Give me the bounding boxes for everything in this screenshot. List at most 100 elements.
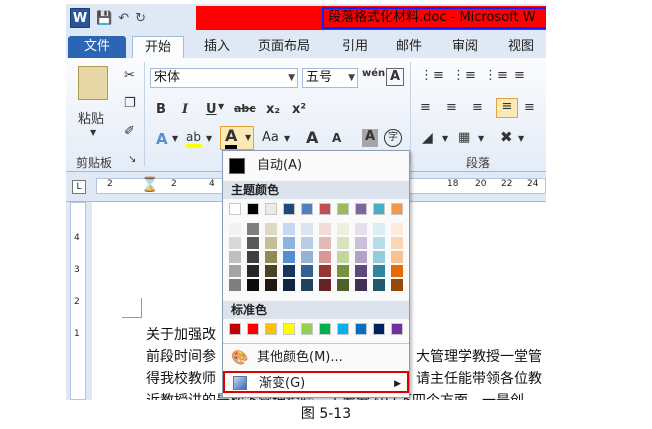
theme-color-swatch[interactable] — [337, 203, 349, 215]
theme-shade-swatch[interactable] — [337, 251, 349, 263]
chevron-down-icon[interactable]: ▼ — [442, 134, 448, 143]
chevron-down-icon[interactable]: ▼ — [206, 134, 212, 143]
theme-shade-swatch[interactable] — [229, 279, 241, 291]
automatic-color-item[interactable]: 自动(A) — [223, 155, 409, 177]
bullets-icon[interactable]: ⋮≡ — [420, 68, 444, 83]
theme-shade-swatch[interactable] — [391, 265, 403, 277]
theme-shade-swatch[interactable] — [283, 237, 295, 249]
chevron-down-icon[interactable]: ▼ — [284, 134, 290, 143]
theme-color-swatch[interactable] — [229, 203, 241, 215]
theme-shade-swatch[interactable] — [283, 223, 295, 235]
theme-color-swatch[interactable] — [265, 203, 277, 215]
tab-home[interactable]: 开始 — [132, 36, 184, 58]
theme-shade-swatch[interactable] — [265, 279, 277, 291]
theme-shade-swatch[interactable] — [319, 279, 331, 291]
align-left-icon[interactable]: ≡ — [420, 100, 431, 115]
tab-insert[interactable]: 插入 — [204, 36, 230, 58]
standard-color-swatch[interactable] — [337, 323, 349, 335]
theme-shade-swatch[interactable] — [355, 251, 367, 263]
theme-shade-swatch[interactable] — [247, 265, 259, 277]
align-right-icon[interactable]: ≡ — [472, 100, 483, 115]
theme-shade-swatch[interactable] — [337, 279, 349, 291]
font-name-combo[interactable]: 宋体 ▼ — [150, 68, 298, 88]
tab-file[interactable]: 文件 — [68, 36, 126, 58]
tab-review[interactable]: 审阅 — [452, 36, 478, 58]
numbering-icon[interactable]: ⋮≡ — [452, 68, 476, 83]
theme-shade-swatch[interactable] — [373, 237, 385, 249]
theme-shade-swatch[interactable] — [229, 223, 241, 235]
chevron-down-icon[interactable]: ▼ — [245, 133, 251, 142]
standard-color-swatch[interactable] — [247, 323, 259, 335]
theme-shade-swatch[interactable] — [283, 265, 295, 277]
chevron-down-icon[interactable]: ▼ — [218, 102, 224, 111]
text-effects-icon[interactable]: A — [156, 130, 168, 148]
undo-icon[interactable]: ↶ — [118, 11, 129, 26]
theme-shade-swatch[interactable] — [301, 251, 313, 263]
phonetic-guide-icon[interactable]: wén — [362, 68, 385, 79]
theme-color-swatch[interactable] — [355, 203, 367, 215]
standard-color-swatch[interactable] — [355, 323, 367, 335]
theme-shade-swatch[interactable] — [265, 251, 277, 263]
theme-shade-swatch[interactable] — [337, 223, 349, 235]
chevron-down-icon[interactable]: ▼ — [478, 134, 484, 143]
enclose-characters-button[interactable]: 字 — [384, 129, 402, 147]
theme-shade-swatch[interactable] — [355, 237, 367, 249]
standard-color-swatch[interactable] — [265, 323, 277, 335]
change-case-button[interactable]: Aa — [262, 130, 279, 145]
more-colors-item[interactable]: 🎨 其他颜色(M)... — [223, 347, 409, 369]
theme-shade-swatch[interactable] — [373, 223, 385, 235]
subscript-button[interactable]: x₂ — [266, 102, 280, 117]
theme-shade-swatch[interactable] — [283, 279, 295, 291]
gradient-item[interactable]: 渐变(G) ▶ — [223, 371, 409, 393]
theme-shade-swatch[interactable] — [283, 251, 295, 263]
theme-shade-swatch[interactable] — [355, 223, 367, 235]
tab-view[interactable]: 视图 — [508, 36, 534, 58]
theme-shade-swatch[interactable] — [319, 251, 331, 263]
underline-button[interactable]: U — [206, 102, 217, 117]
theme-shade-swatch[interactable] — [301, 279, 313, 291]
superscript-button[interactable]: x² — [292, 102, 306, 117]
vertical-ruler-strip[interactable]: 4 3 2 1 — [70, 202, 86, 400]
theme-shade-swatch[interactable] — [391, 251, 403, 263]
theme-shade-swatch[interactable] — [391, 279, 403, 291]
chevron-down-icon[interactable]: ▼ — [288, 69, 295, 87]
decrease-indent-icon[interactable]: ≡ — [514, 68, 525, 83]
theme-shade-swatch[interactable] — [247, 237, 259, 249]
tab-references[interactable]: 引用 — [342, 36, 368, 58]
theme-shade-swatch[interactable] — [265, 265, 277, 277]
theme-shade-swatch[interactable] — [229, 237, 241, 249]
theme-shade-swatch[interactable] — [319, 265, 331, 277]
theme-shade-swatch[interactable] — [319, 237, 331, 249]
theme-shade-swatch[interactable] — [373, 251, 385, 263]
standard-color-swatch[interactable] — [229, 323, 241, 335]
paste-button[interactable]: 粘贴 — [78, 108, 104, 127]
theme-shade-swatch[interactable] — [247, 279, 259, 291]
theme-shade-swatch[interactable] — [301, 237, 313, 249]
theme-shade-swatch[interactable] — [229, 265, 241, 277]
multilevel-list-icon[interactable]: ⋮≡ — [484, 68, 508, 83]
theme-color-swatch[interactable] — [373, 203, 385, 215]
theme-shade-swatch[interactable] — [355, 279, 367, 291]
strikethrough-button[interactable]: abc — [234, 102, 256, 115]
font-size-combo[interactable]: 五号 ▼ — [302, 68, 358, 88]
standard-color-swatch[interactable] — [319, 323, 331, 335]
standard-color-swatch[interactable] — [373, 323, 385, 335]
theme-color-swatch[interactable] — [319, 203, 331, 215]
cut-icon[interactable]: ✂ — [124, 68, 135, 83]
theme-shade-swatch[interactable] — [247, 251, 259, 263]
font-color-button[interactable]: A ▼ — [220, 126, 254, 150]
paste-dropdown-icon[interactable]: ▼ — [90, 128, 96, 137]
italic-button[interactable]: I — [182, 102, 188, 117]
chevron-down-icon[interactable]: ▼ — [172, 134, 178, 143]
shading-icon[interactable]: ◢ — [422, 130, 433, 146]
theme-shade-swatch[interactable] — [337, 265, 349, 277]
theme-shade-swatch[interactable] — [229, 251, 241, 263]
save-icon[interactable]: 💾 — [96, 11, 112, 26]
format-painter-icon[interactable]: ✐ — [124, 124, 135, 139]
theme-shade-swatch[interactable] — [373, 265, 385, 277]
theme-shade-swatch[interactable] — [247, 223, 259, 235]
tab-page-layout[interactable]: 页面布局 — [258, 36, 310, 58]
borders-icon[interactable]: ▦ — [458, 130, 470, 145]
theme-color-swatch[interactable] — [247, 203, 259, 215]
theme-shade-swatch[interactable] — [301, 223, 313, 235]
